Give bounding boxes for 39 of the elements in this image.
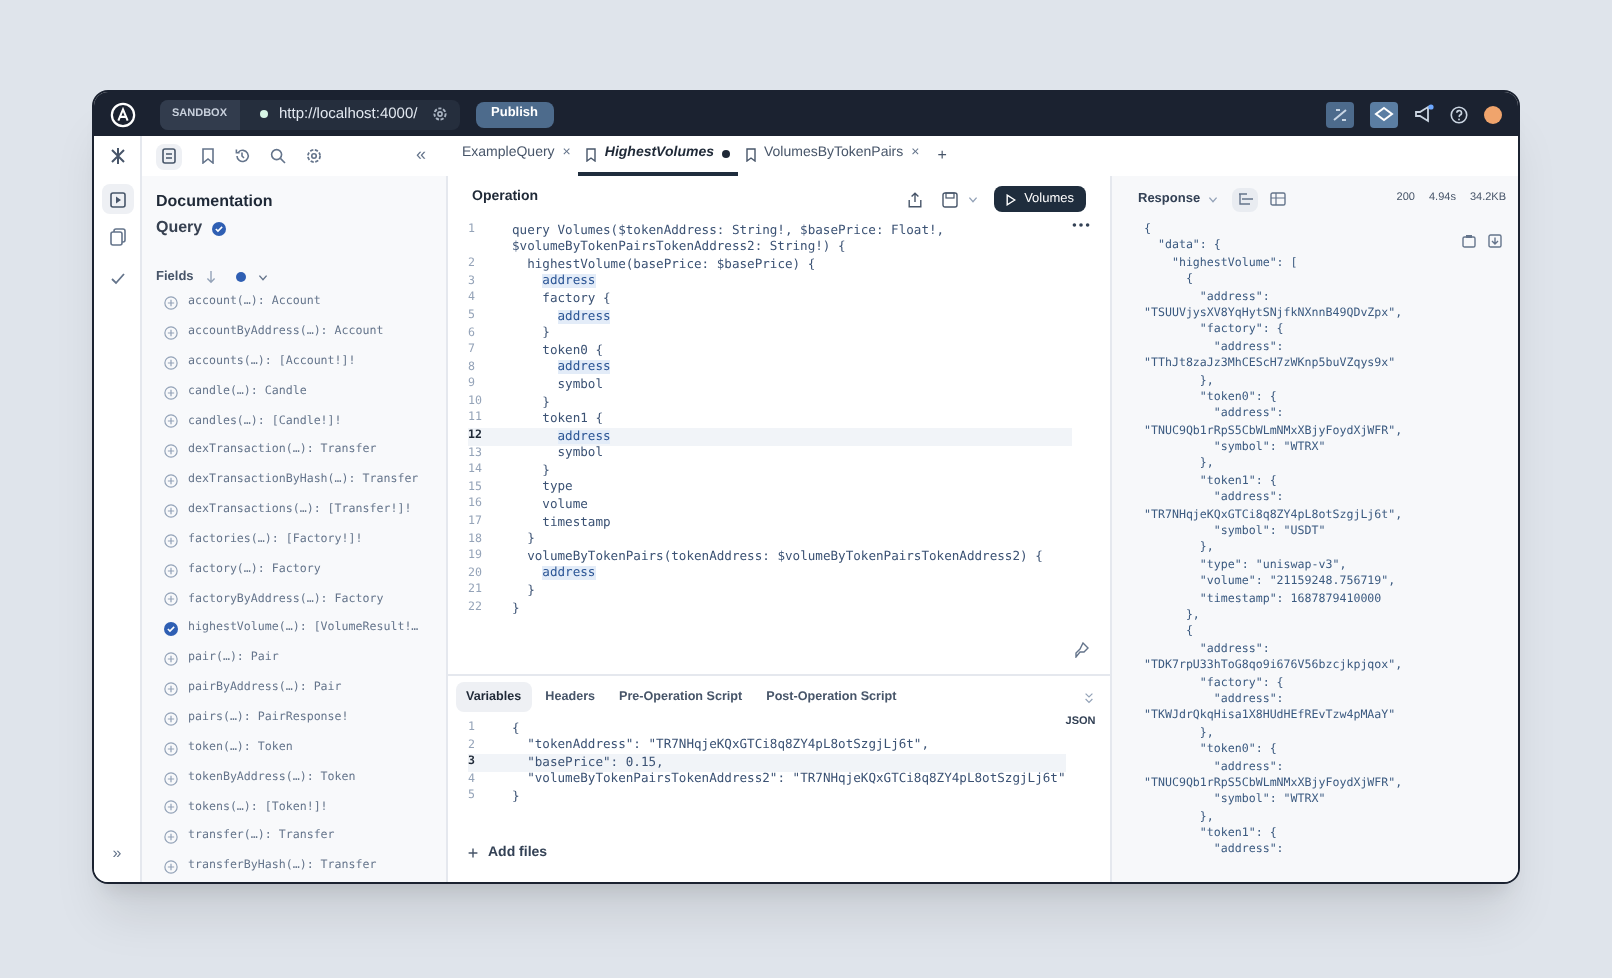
history-icon[interactable] [234,148,250,164]
collapse-button[interactable]: « [415,142,426,170]
save-icon[interactable] [942,191,959,207]
avatar[interactable] [1484,105,1502,123]
toolbar-icon[interactable] [1326,101,1354,127]
chevron-down-icon[interactable] [257,273,268,282]
megaphone-icon[interactable] [1414,104,1434,124]
more-icon[interactable] [1072,222,1090,228]
logo-icon [110,101,136,127]
rail-button[interactable] [101,184,133,214]
expand-button[interactable]: » [112,842,122,866]
plus-icon [468,848,478,859]
document-icon [162,148,176,164]
docs-tab-button[interactable] [156,143,182,169]
toolbar-icon[interactable] [1370,101,1398,127]
share-icon[interactable] [908,191,923,207]
root-type-link[interactable]: Query [156,216,203,240]
collapse-icon[interactable] [1084,691,1094,703]
bookmark-icon [745,147,756,161]
panel-title: Documentation [156,190,275,214]
tree-icon [1237,192,1254,206]
search-icon[interactable] [270,148,286,164]
tree-view-button[interactable] [1232,187,1259,211]
settings-icon[interactable] [431,106,448,122]
play-icon [1006,193,1017,205]
sort-arrow-icon[interactable] [205,270,216,285]
bookmark-icon[interactable] [202,148,214,164]
check-circle-icon [212,221,227,235]
play-icon [109,191,125,207]
check-icon[interactable] [109,272,125,286]
table-icon[interactable] [1270,192,1287,206]
help-icon[interactable] [1450,105,1468,123]
bookmark-icon [586,147,597,161]
settings-icon[interactable] [306,148,322,164]
copy-icon[interactable] [1462,234,1476,248]
brush-icon[interactable] [1074,642,1090,658]
download-icon[interactable] [1488,234,1502,248]
new-tab-button[interactable]: + [927,136,957,176]
copy-icon[interactable] [109,228,125,246]
